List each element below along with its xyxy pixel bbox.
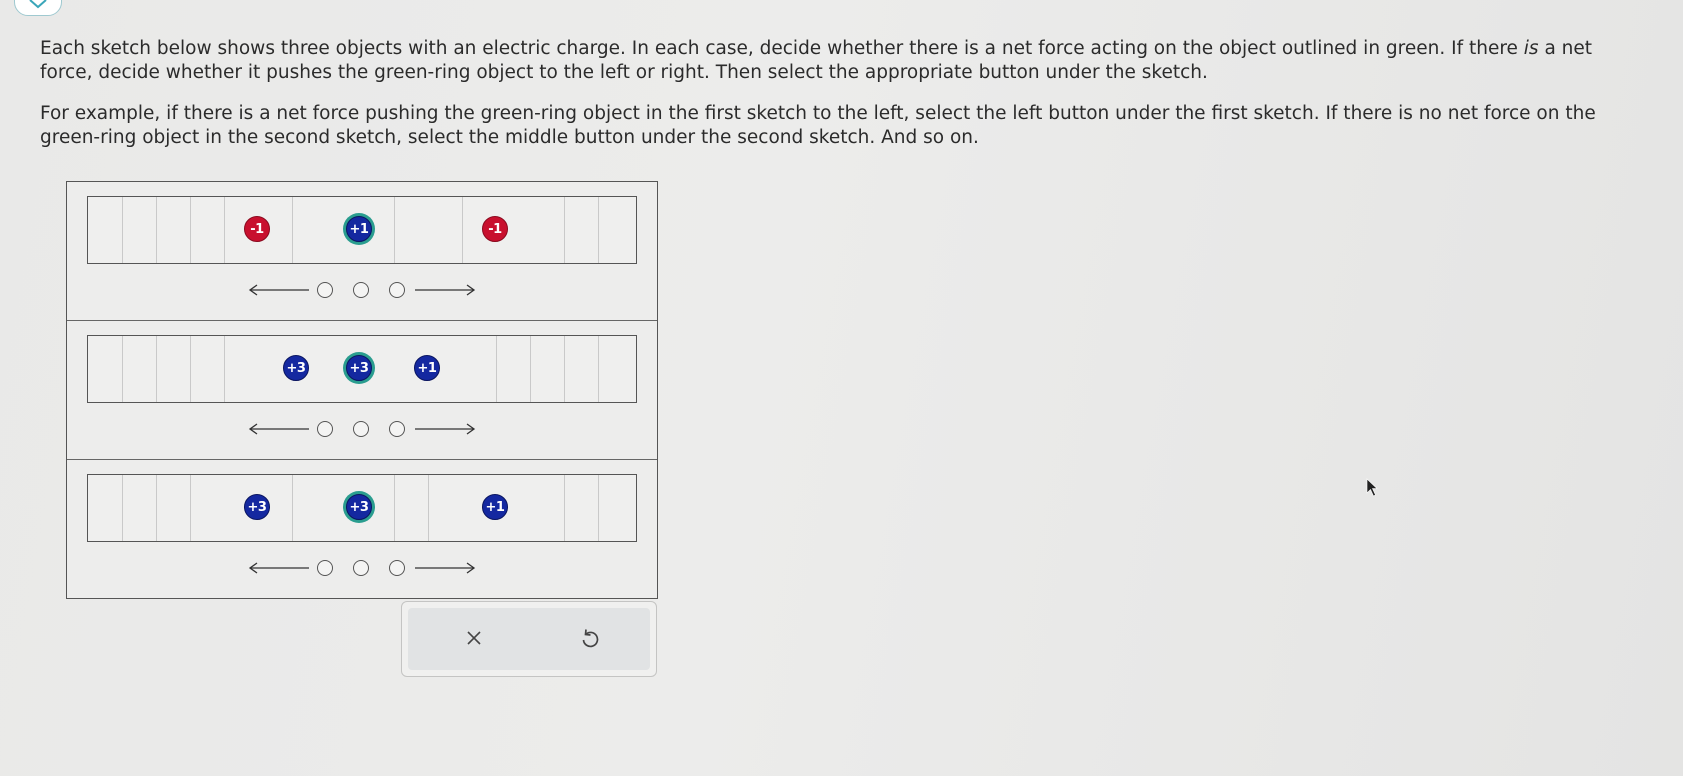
left-arrow-icon [248,562,309,574]
undo-icon [582,629,599,648]
answer-row [247,556,487,580]
charge-2: +3 [346,355,372,381]
sketch-1: -1 +1 -1 [67,182,657,321]
action-bar-inner [408,608,650,670]
charge-1: +3 [244,494,270,520]
charge-3: -1 [482,216,508,242]
charge-field: +3 +3 +1 [87,335,637,403]
answer-left-radio[interactable] [317,282,333,298]
answer-none-radio[interactable] [353,560,369,576]
charge-field: +3 +3 +1 [87,474,637,542]
instruction-emphasis: is [1523,38,1539,59]
left-arrow-icon [248,284,309,296]
answer-none-radio[interactable] [353,421,369,437]
instruction-paragraph-2: For example, if there is a net force pus… [40,103,1596,148]
answer-right-radio[interactable] [389,282,405,298]
answer-none-radio[interactable] [353,282,369,298]
answer-left-radio[interactable] [317,421,333,437]
answer-right-radio[interactable] [389,560,405,576]
charge-2: +1 [346,216,372,242]
answer-left-radio[interactable] [317,560,333,576]
sketch-3: +3 +3 +1 [67,460,657,598]
collapse-chevron-button[interactable] [14,0,62,16]
sketch-2: +3 +3 +1 [67,321,657,460]
charge-3: +1 [482,494,508,520]
answer-row [247,417,487,441]
charge-field: -1 +1 -1 [87,196,637,264]
undo-button[interactable] [570,618,610,658]
clear-button[interactable] [454,618,494,658]
chevron-down-icon [29,0,47,9]
charge-2: +3 [346,494,372,520]
instruction-text: Each sketch below shows three objects wi… [40,38,1524,59]
right-arrow-icon [415,423,476,435]
right-arrow-icon [415,562,476,574]
charge-1: -1 [244,216,270,242]
x-icon [467,631,481,645]
answer-row [247,278,487,302]
right-arrow-icon [415,284,476,296]
charge-1: +3 [283,355,309,381]
action-bar [401,601,657,677]
mouse-cursor-icon [1366,478,1378,497]
sketches-panel: -1 +1 -1 +3 +3 +1 +3 +3 +1 [66,181,658,599]
answer-right-radio[interactable] [389,421,405,437]
instruction-paragraph-1: Each sketch below shows three objects wi… [40,37,1630,84]
left-arrow-icon [248,423,309,435]
charge-3: +1 [414,355,440,381]
